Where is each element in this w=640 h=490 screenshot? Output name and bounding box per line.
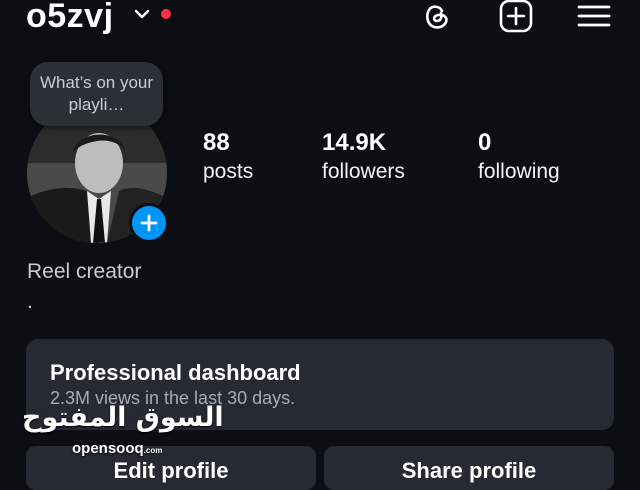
top-bar: o5zvj xyxy=(0,0,640,40)
plus-icon xyxy=(140,214,158,232)
chevron-down-icon[interactable] xyxy=(133,7,151,21)
stat-label: following xyxy=(478,160,560,183)
note-text: What’s on your playli… xyxy=(39,73,154,114)
threads-icon[interactable] xyxy=(416,0,456,36)
account-username[interactable]: o5zvj xyxy=(26,0,114,38)
bio-text: . xyxy=(27,290,33,313)
menu-icon[interactable] xyxy=(574,0,614,36)
stat-following[interactable]: 0 following xyxy=(478,128,560,186)
watermark-latin-text: opensooq xyxy=(72,440,144,457)
notification-dot xyxy=(161,9,171,19)
watermark-latin: opensooq.com xyxy=(72,440,162,457)
stat-posts[interactable]: 88 posts xyxy=(203,128,253,186)
add-story-button[interactable] xyxy=(129,203,169,243)
watermark-arabic: السوق المفتوح xyxy=(22,402,224,433)
note-bubble[interactable]: What’s on your playli… xyxy=(30,62,163,126)
stat-value: 88 xyxy=(203,129,230,156)
share-profile-button[interactable]: Share profile xyxy=(324,446,614,490)
dashboard-title: Professional dashboard xyxy=(50,360,301,385)
profile-category: Reel creator xyxy=(27,260,142,283)
stat-label: followers xyxy=(322,160,405,183)
new-post-icon[interactable] xyxy=(496,0,536,36)
watermark-suffix: .com xyxy=(143,446,163,455)
stat-label: posts xyxy=(203,160,254,183)
opensooq-watermark: السوق المفتوح opensooq.com xyxy=(22,402,224,460)
stat-followers[interactable]: 14.9K followers xyxy=(322,128,405,186)
stat-value: 0 xyxy=(478,129,492,156)
stat-value: 14.9K xyxy=(322,129,387,156)
